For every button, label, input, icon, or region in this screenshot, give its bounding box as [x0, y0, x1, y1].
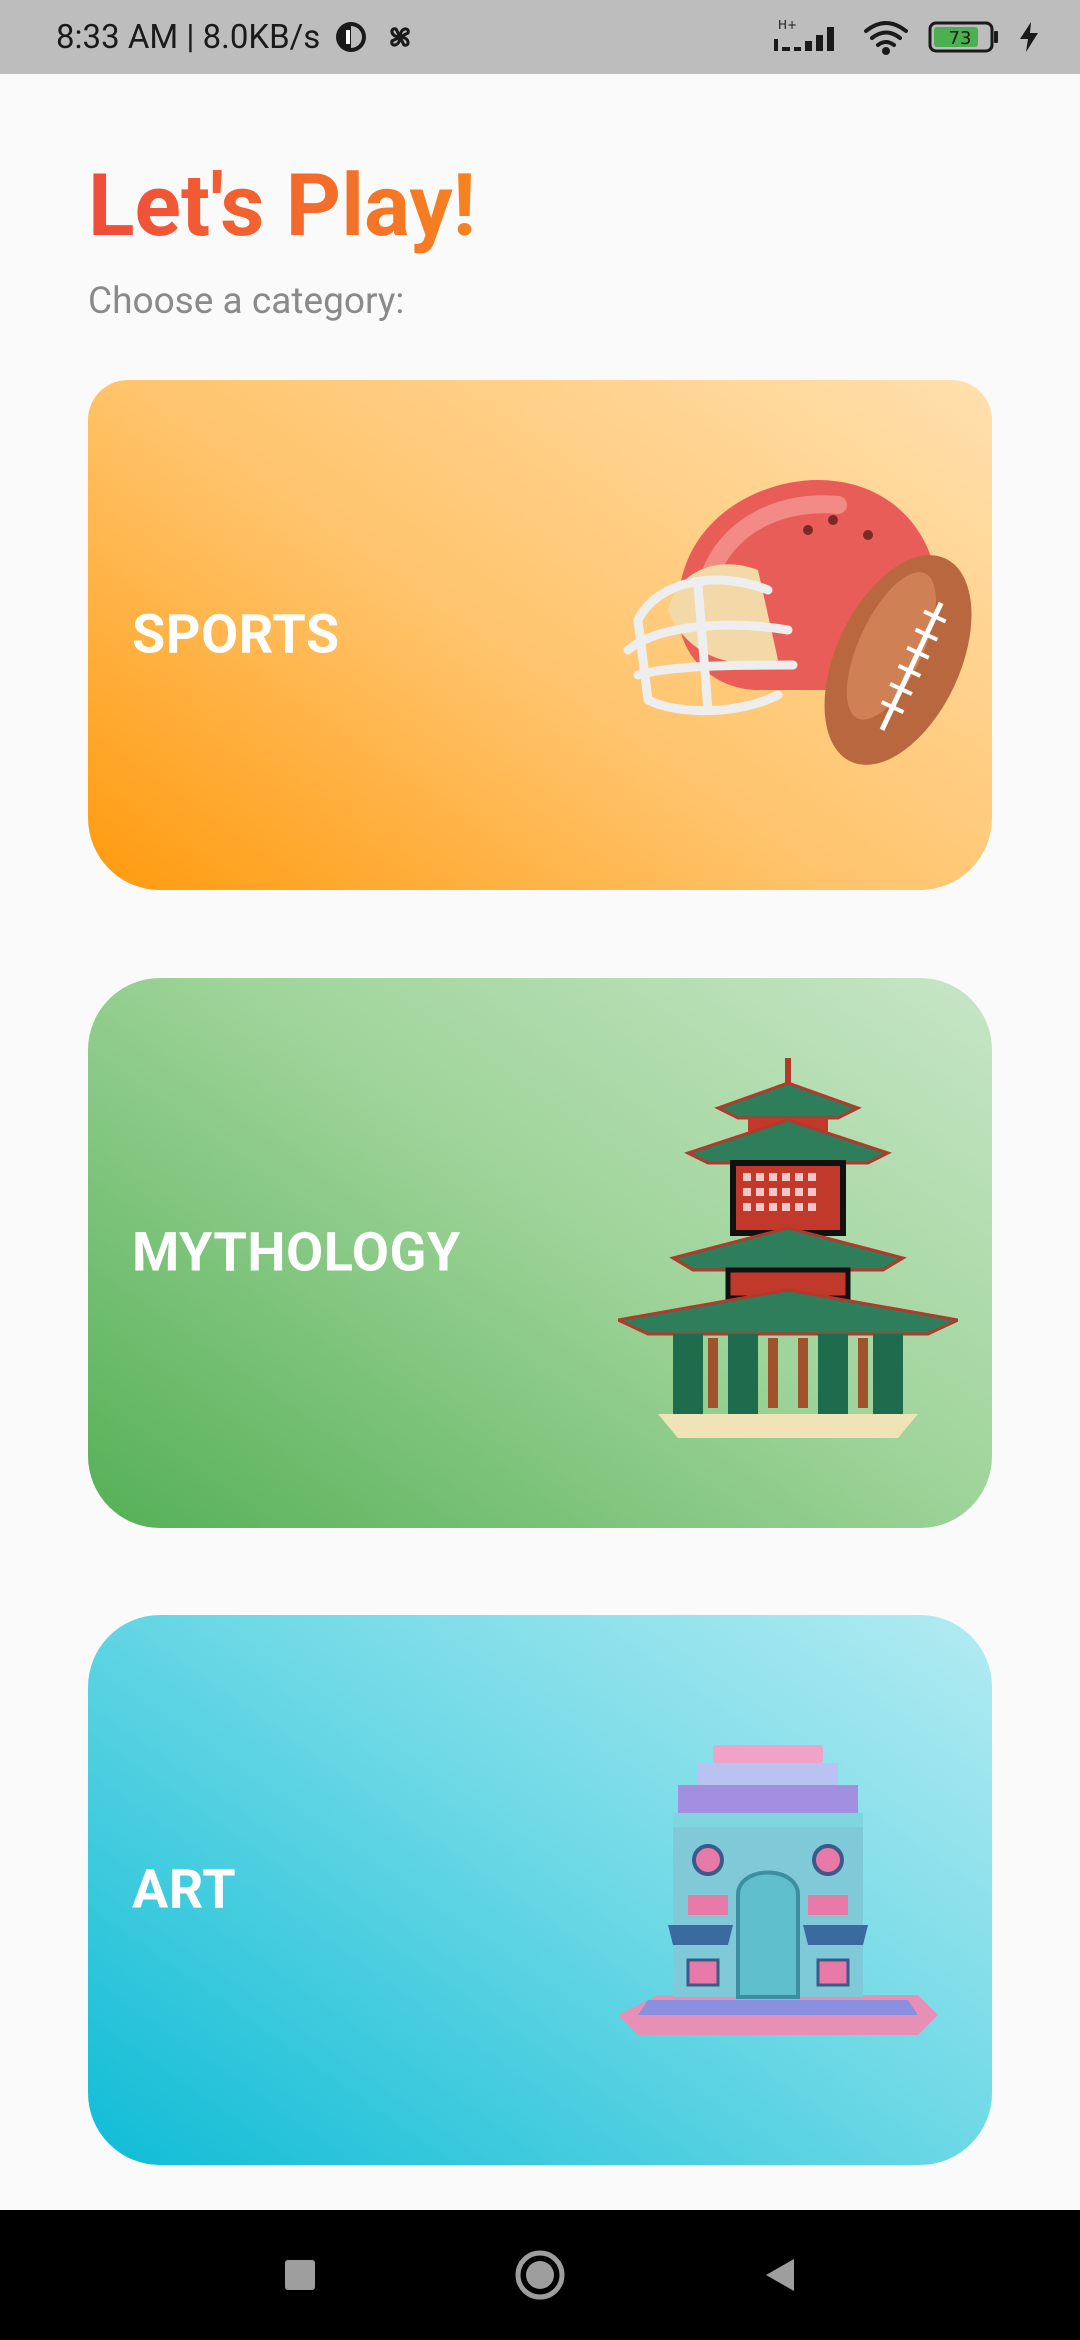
category-card-art[interactable]: ART — [88, 1615, 992, 2165]
status-left: 8:33 AM | 8.0KB/s — [56, 18, 418, 57]
wifi-icon — [862, 19, 910, 55]
recents-button[interactable] — [265, 2240, 335, 2310]
battery-level: 73 — [949, 28, 972, 49]
page-title: Let's Play! — [88, 155, 476, 256]
battery-icon: 73 — [928, 20, 1000, 54]
circle-icon — [515, 2250, 565, 2300]
status-right: H+ 73 — [772, 17, 1040, 57]
system-nav-bar — [0, 2210, 1080, 2340]
home-button[interactable] — [505, 2240, 575, 2310]
data-saver-icon — [334, 20, 368, 54]
monument-gate-icon — [618, 1745, 938, 2069]
status-bar: 8:33 AM | 8.0KB/s H+ 73 — [0, 0, 1080, 74]
square-icon — [285, 2260, 315, 2290]
pinwheel-icon — [382, 19, 418, 55]
page-subtitle: Choose a category: — [88, 280, 405, 323]
pagoda-temple-icon — [613, 1058, 963, 1462]
charging-bolt-icon — [1018, 21, 1040, 53]
category-card-mythology[interactable]: MYTHOLOGY — [88, 978, 992, 1528]
svg-text:H+: H+ — [778, 18, 797, 32]
football-helmet-icon — [618, 460, 978, 784]
category-label: SPORTS — [132, 603, 340, 667]
category-label: ART — [132, 1858, 237, 1922]
category-label: MYTHOLOGY — [132, 1221, 461, 1285]
signal-icon: H+ — [772, 17, 844, 57]
status-time-speed: 8:33 AM | 8.0KB/s — [56, 17, 321, 57]
triangle-back-icon — [766, 2259, 794, 2291]
back-button[interactable] — [745, 2240, 815, 2310]
category-card-sports[interactable]: SPORTS — [88, 380, 992, 890]
